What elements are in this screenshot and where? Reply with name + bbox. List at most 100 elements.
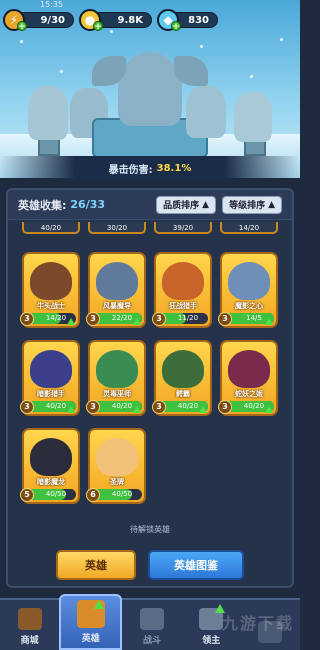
partial-hero-row: 40/20 30/20 39/20 14/20 (22, 222, 282, 236)
shop-chest-icon (17, 608, 42, 630)
nav-label: 领主 (202, 636, 221, 646)
hero-level-bar: 30/20 (88, 222, 146, 234)
hero-portrait (96, 438, 138, 476)
nav-item-3[interactable]: 战斗 (122, 600, 181, 650)
add-icon[interactable]: + (171, 21, 181, 32)
hero-star-badge: 3 (20, 312, 34, 326)
collection-title: 英雄收集: (18, 198, 67, 212)
hero-level-text: 11/20 (177, 314, 199, 322)
hero-statue (234, 92, 272, 142)
hero-star-badge: 3 (86, 312, 100, 326)
upgrade-arrow-icon (94, 600, 105, 609)
hero-star-badge: 3 (152, 400, 166, 414)
add-icon[interactable]: + (17, 21, 27, 32)
hero-card[interactable]: 灵毒巫师 40/20 3 (86, 340, 146, 416)
nav-label: 英雄 (81, 634, 100, 644)
gold-counter[interactable]: ● + 9.8K (79, 9, 152, 32)
nav-label: 战斗 (143, 636, 162, 646)
hero-star-badge: 5 (20, 488, 34, 502)
hero-level-bar: 14/20 (220, 222, 278, 234)
hero-portrait (96, 350, 138, 388)
stamina-value: 9/30 (40, 14, 65, 26)
hero-star-badge: 3 (218, 312, 232, 326)
hero-statue (186, 86, 226, 138)
hero-portrait (162, 262, 204, 300)
nav-item-1[interactable]: 商城 (0, 600, 59, 650)
hero-card[interactable]: 狂战猎手 11/20 3 (152, 252, 212, 328)
battle-icon (140, 608, 164, 630)
hero-card[interactable]: 暗影猎手 40/20 3 (20, 340, 80, 416)
hero-star-badge: 3 (152, 312, 166, 326)
dragon-statue (92, 52, 182, 126)
sort-level-button[interactable]: 等级排序 ▲ (222, 195, 282, 214)
hero-card[interactable]: 风暴魔导 22/20 3 (86, 252, 146, 328)
hero-level-text: 14/20 (45, 314, 67, 322)
hero-card[interactable]: 魔影之心 14/5 3 (218, 252, 278, 328)
snowflake (20, 40, 23, 43)
hero-level-text: 40/20 (45, 402, 67, 410)
hero-card[interactable]: 暗影魔龙 40/50 5 (20, 428, 80, 504)
panel-header: 英雄收集: 26/33 品质排序 ▲ 等级排序 ▲ (8, 190, 292, 220)
collection-count: 26/33 (70, 198, 106, 211)
hero-star-badge: 3 (218, 400, 232, 414)
hero-star-badge: 6 (86, 488, 100, 502)
hero-grid: 牛头战士 14/20 3 风暴魔导 22/20 3 狂战猎手 11/20 3 魔影之心 14/5 3 暗… (20, 252, 282, 504)
snowflake (200, 45, 203, 48)
add-icon[interactable]: + (93, 21, 103, 32)
snowflake (60, 70, 63, 73)
heroes-button[interactable]: 英雄 (56, 550, 136, 580)
upgrade-arrow-icon (67, 318, 75, 325)
hero-level-text: 22/20 (111, 314, 133, 322)
hero-level-text: 14/5 (246, 314, 262, 322)
hero-card[interactable]: 牛头战士 14/20 3 (20, 252, 80, 328)
hero-name: 蛇妖之姬 (235, 390, 263, 398)
upgrade-arrow-icon (199, 406, 207, 413)
hero-card[interactable]: 圣牌 40/50 6 (86, 428, 146, 504)
hero-statue (28, 86, 68, 140)
gem-counter[interactable]: ◆ + 830 (157, 9, 218, 32)
hero-name: 圣牌 (110, 478, 124, 486)
hero-portrait (162, 350, 204, 388)
hero-portrait (96, 262, 138, 300)
hero-card[interactable]: 蛇妖之姬 40/20 3 (218, 340, 278, 416)
watermark: 九游下载 (221, 614, 294, 633)
hero-star-badge: 3 (86, 400, 100, 414)
hero-level-bar: 40/20 (22, 222, 80, 234)
triangle-up-icon: ▲ (268, 199, 275, 210)
gold-value: 9.8K (117, 14, 143, 26)
hero-name: 牛头战士 (37, 302, 65, 310)
crit-damage-label: 暴击伤害: (108, 164, 153, 176)
unlock-note: 待解锁英雄 (130, 525, 170, 534)
hero-level-text: 40/20 (243, 402, 265, 410)
nav-item-2[interactable]: 英雄 (59, 594, 123, 650)
sort-quality-label: 品质排序 (163, 201, 200, 211)
hero-portrait (30, 350, 72, 388)
triangle-up-icon: ▲ (202, 199, 210, 210)
upgrade-arrow-icon (265, 318, 273, 325)
upgrade-arrow-icon (67, 406, 75, 413)
gem-value: 830 (188, 14, 209, 26)
hero-name: 风暴魔导 (103, 302, 131, 310)
panel-buttons: 英雄 英雄图鉴 (8, 550, 292, 580)
resource-bar: ⚡ + 9/30 ● + 9.8K ◆ + 830 (0, 0, 300, 32)
hero-name: 灵毒巫师 (103, 390, 131, 398)
hero-name: 狂战猎手 (169, 302, 197, 310)
hero-level-text: 40/50 (111, 490, 133, 498)
stamina-counter[interactable]: ⚡ + 9/30 (3, 9, 74, 32)
hero-codex-button[interactable]: 英雄图鉴 (148, 550, 244, 580)
hero-portrait (228, 262, 270, 300)
hero-level-text: 40/20 (111, 402, 133, 410)
sort-level-label: 等级排序 (229, 201, 266, 211)
hero-card[interactable]: 鳄霸 40/20 3 (152, 340, 212, 416)
hero-name: 鳄霸 (176, 390, 190, 398)
sort-quality-button[interactable]: 品质排序 ▲ (156, 195, 217, 214)
upgrade-arrow-icon (133, 318, 141, 325)
hero-level-text: 40/20 (177, 402, 199, 410)
upgrade-arrow-icon (133, 406, 141, 413)
snowflake (250, 75, 253, 78)
snowflake (280, 38, 283, 41)
hero-portrait (30, 262, 72, 300)
hero-portrait (228, 350, 270, 388)
hero-collection-panel: 英雄收集: 26/33 品质排序 ▲ 等级排序 ▲ 40/20 30/20 39… (6, 188, 294, 588)
upgrade-arrow-icon (265, 406, 273, 413)
